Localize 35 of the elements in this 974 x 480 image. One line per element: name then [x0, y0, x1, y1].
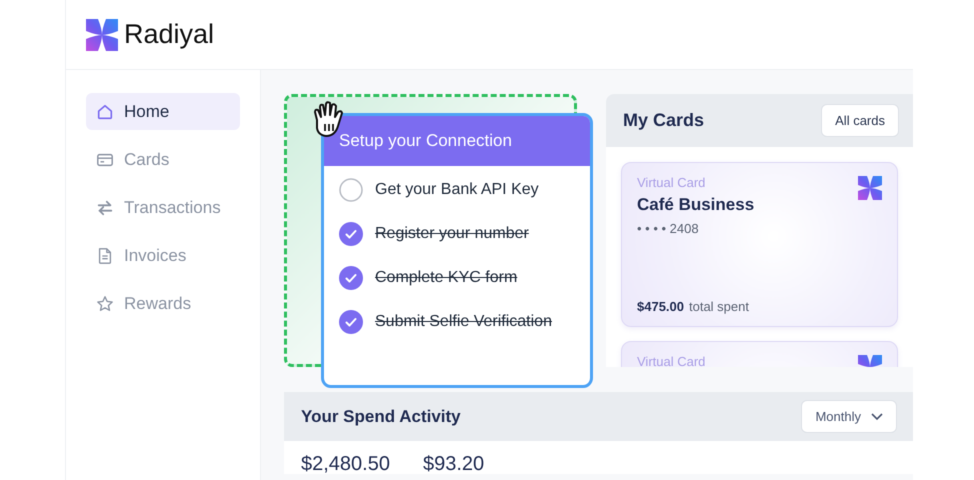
- spend-amount: $93.20: [422, 454, 484, 474]
- sidebar-item[interactable]: Cards: [86, 141, 240, 178]
- home-icon: [96, 102, 114, 120]
- card-amount: $475.00: [637, 299, 684, 314]
- virtual-card[interactable]: Virtual Card Café Business • • • • 2408 $475.00 total spent: [621, 162, 898, 327]
- card-type: Virtual Card: [637, 175, 706, 190]
- card-type: Virtual Card: [637, 354, 706, 367]
- document-icon: [96, 246, 114, 264]
- card-number: • • • • 2408: [637, 221, 700, 236]
- sidebar-item[interactable]: Invoices: [86, 237, 240, 274]
- card-logo-icon: [858, 176, 882, 200]
- task-label: Get your Bank API Key: [375, 181, 539, 199]
- task-label: Register your number: [375, 225, 529, 243]
- sidebar-item[interactable]: Transactions: [86, 189, 240, 226]
- task-label: Submit Selfie Verification: [375, 313, 552, 331]
- chevron-down-icon: [871, 412, 883, 420]
- virtual-card[interactable]: Virtual Card: [621, 341, 898, 367]
- brand-name: Radiyal: [124, 19, 214, 50]
- transfer-icon: [96, 198, 114, 216]
- all-cards-button[interactable]: All cards: [821, 104, 899, 137]
- amount-label: total spent: [689, 299, 749, 314]
- task-label: Complete KYC form: [375, 269, 518, 287]
- spend-amount: $2,480.50: [301, 454, 390, 474]
- panel-title: My Cards: [623, 110, 704, 131]
- checked-circle-icon[interactable]: [339, 222, 363, 246]
- logo-icon: [86, 18, 118, 50]
- card-name: Café Business: [637, 195, 756, 215]
- star-icon: [96, 294, 114, 312]
- checked-circle-icon[interactable]: [339, 310, 363, 334]
- section-title: Your Spend Activity: [301, 406, 461, 426]
- checked-circle-icon[interactable]: [339, 266, 363, 290]
- sidebar-item[interactable]: Home: [86, 93, 240, 130]
- setup-title: Setup your Connection: [324, 116, 590, 166]
- period-dropdown[interactable]: Monthly: [801, 400, 897, 433]
- sidebar-item[interactable]: Rewards: [86, 285, 240, 322]
